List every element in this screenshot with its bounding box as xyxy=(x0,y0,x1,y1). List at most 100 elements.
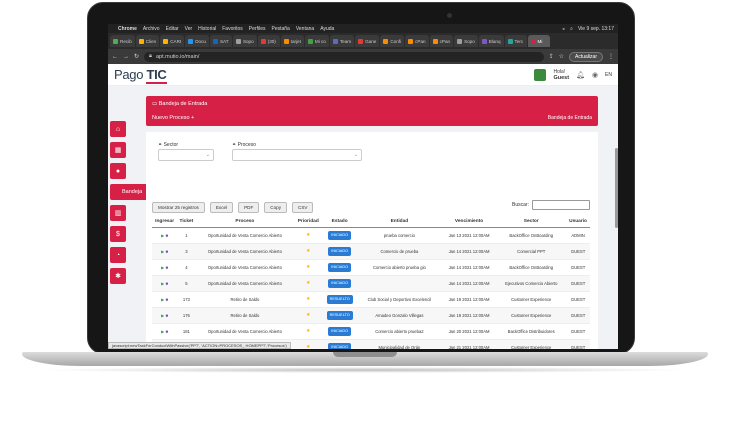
table-row[interactable]: ▶ ■ 1 Oportunidad de Venta Comercio Abiert… xyxy=(152,226,590,243)
table-row[interactable]: ▶ ■ 4 Oportunidad de Venta Comercio Abiert… xyxy=(152,258,590,275)
column-header[interactable]: Estado xyxy=(322,216,358,228)
breadcrumb[interactable]: Bandeja de Entrada xyxy=(548,115,592,121)
table-row[interactable]: ▶ ■ 5 Oportunidad de Venta Comercio Abiert… xyxy=(152,274,590,291)
comment-icon[interactable]: ■ xyxy=(166,297,169,302)
share-icon[interactable]: ⇪ xyxy=(549,53,554,60)
column-header[interactable]: Ingresar xyxy=(152,216,178,228)
browser-tab[interactable]: cPan xyxy=(429,35,454,47)
search-icon[interactable]: ⌕ xyxy=(570,26,573,32)
column-header[interactable]: Ticket xyxy=(177,216,196,228)
comment-icon[interactable]: ■ xyxy=(166,281,169,286)
mac-menu-item[interactable]: Perfiles xyxy=(249,26,266,32)
back-icon[interactable]: ← xyxy=(112,54,118,60)
mac-menu-item[interactable]: Archivo xyxy=(143,26,160,32)
tab-label: Mi co xyxy=(314,38,326,44)
search-input[interactable] xyxy=(532,200,590,210)
wifi-icon[interactable]: ◒ xyxy=(562,26,565,32)
column-header[interactable]: Prioridad xyxy=(294,216,323,228)
play-icon[interactable]: ▶ xyxy=(161,297,164,302)
browser-tab[interactable]: SAT xyxy=(209,35,232,47)
play-icon[interactable]: ▶ xyxy=(161,281,164,286)
ticket-cell: 176 xyxy=(177,306,196,323)
excel-button[interactable]: Excel xyxy=(209,202,234,213)
sidebar-item-user[interactable]: ● xyxy=(110,163,126,179)
column-header[interactable]: Vencimiento xyxy=(441,216,497,228)
table-row[interactable]: ▶ ■ 181 Oportunidad de Venta Comercio Abie… xyxy=(152,322,590,339)
column-header[interactable]: Sector xyxy=(496,216,567,228)
table-row[interactable]: ▶ ■ 176 Retiro de Saldo ★ RESUELTO Amadeo Gon… xyxy=(152,306,590,323)
comment-icon[interactable]: ■ xyxy=(166,329,169,334)
browser-tab[interactable]: CARI xyxy=(160,35,185,47)
language-selector[interactable]: EN xyxy=(605,72,612,78)
play-icon[interactable]: ▶ xyxy=(161,265,164,270)
comment-icon[interactable]: ■ xyxy=(166,233,169,238)
browser-tab[interactable]: Recib xyxy=(110,35,135,47)
logo[interactable]: Pago TIC xyxy=(114,67,167,84)
account-icon[interactable]: ◉ xyxy=(592,71,598,79)
sector-select[interactable]: ⌄ xyxy=(158,149,214,161)
play-icon[interactable]: ▶ xyxy=(161,233,164,238)
copy-button[interactable]: Copy xyxy=(264,202,288,213)
sidebar-item-dollar[interactable]: $ xyxy=(110,226,126,242)
url-field[interactable]: 🔒︎ apt.mutio.io/main/ xyxy=(144,51,544,62)
browser-tab[interactable]: Mi xyxy=(527,35,550,47)
forward-icon[interactable]: → xyxy=(123,54,129,60)
comment-icon[interactable]: ■ xyxy=(166,249,169,254)
mac-menu-item[interactable]: Editar xyxy=(166,26,179,32)
column-header[interactable]: Proceso xyxy=(195,216,295,228)
pdf-button[interactable]: PDF xyxy=(238,202,260,213)
browser-tab[interactable]: cPan xyxy=(405,35,429,47)
mac-menu-item[interactable]: Ver xyxy=(185,26,193,32)
mac-menu-item[interactable]: Chrome xyxy=(118,26,137,32)
avatar[interactable] xyxy=(534,68,547,81)
sidebar-item-calendar[interactable]: ▦ xyxy=(110,142,126,158)
menu-icon[interactable]: ⋮ xyxy=(608,53,614,60)
mac-menu-item[interactable]: Historial xyxy=(198,26,216,32)
status-badge: INICIADO xyxy=(328,230,352,240)
inbox-card: ⚭ Sector ⌄ ⚭ Proceso ⌄ Mostrar 25 regist… xyxy=(146,132,598,349)
entidad-cell: Comercio de prueba xyxy=(357,242,442,259)
browser-tab[interactable]: Blanq xyxy=(478,35,504,47)
sector-cell: Customer Experience xyxy=(496,338,567,349)
proceso-select[interactable]: ⌄ xyxy=(232,149,362,161)
sidebar-item-chart[interactable]: ▥ xyxy=(110,205,126,221)
table-row[interactable]: ▶ ■ 173 Retiro de Saldo ★ RESUELTO Club Socia… xyxy=(152,290,590,307)
column-header[interactable]: Entidad xyxy=(357,216,442,228)
browser-tab[interactable]: Sopo xyxy=(454,35,478,47)
new-process-button[interactable]: Nuevo Proceso + xyxy=(152,115,194,121)
play-icon[interactable]: ▶ xyxy=(161,249,164,254)
table-row[interactable]: ▶ ■ 3 Oportunidad de Venta Comercio Abiert… xyxy=(152,242,590,259)
tab-label: (30) xyxy=(267,38,276,44)
usuario-text: GUEST xyxy=(570,280,586,286)
update-button[interactable]: Actualizar xyxy=(569,51,603,62)
browser-tab[interactable]: Docu xyxy=(185,35,209,47)
mac-menu-item[interactable]: Favoritos xyxy=(222,26,243,32)
sidebar-item-home[interactable]: ⌂ xyxy=(110,121,126,137)
reload-icon[interactable]: ↻ xyxy=(134,53,139,60)
usuario-cell: GUEST xyxy=(566,258,590,275)
browser-tab[interactable]: Gane xyxy=(355,35,380,47)
browser-tab[interactable]: Confi xyxy=(380,35,405,47)
mac-menu-item[interactable]: Ayuda xyxy=(320,26,334,32)
csv-button[interactable]: CSV xyxy=(292,202,314,213)
browser-tab[interactable]: Team xyxy=(329,35,355,47)
bell-icon[interactable]: 🔔︎ xyxy=(576,71,585,79)
comment-icon[interactable]: ■ xyxy=(166,313,169,318)
browser-tab[interactable]: Terc xyxy=(504,35,527,47)
play-icon[interactable]: ▶ xyxy=(161,329,164,334)
show-rows-button[interactable]: Mostrar 25 registros xyxy=(152,202,205,213)
browser-tab[interactable]: (30) xyxy=(257,35,280,47)
browser-tab[interactable]: Clien xyxy=(135,35,160,47)
star-icon[interactable]: ☆ xyxy=(559,53,564,60)
browser-tab[interactable]: Sopo xyxy=(232,35,257,47)
sidebar-item-dashboard[interactable]: ◔ xyxy=(110,247,126,263)
column-header[interactable]: Usuario xyxy=(566,216,590,228)
play-icon[interactable]: ▶ xyxy=(161,313,164,318)
mac-menu-item[interactable]: Pestaña xyxy=(271,26,289,32)
browser-tab[interactable]: Mi co xyxy=(304,35,329,47)
browser-tab[interactable]: tarjet xyxy=(280,35,304,47)
comment-icon[interactable]: ■ xyxy=(166,265,169,270)
sidebar-item-gear[interactable]: ✱ xyxy=(110,268,126,284)
scrollbar[interactable] xyxy=(615,148,618,228)
mac-menu-item[interactable]: Ventana xyxy=(296,26,314,32)
